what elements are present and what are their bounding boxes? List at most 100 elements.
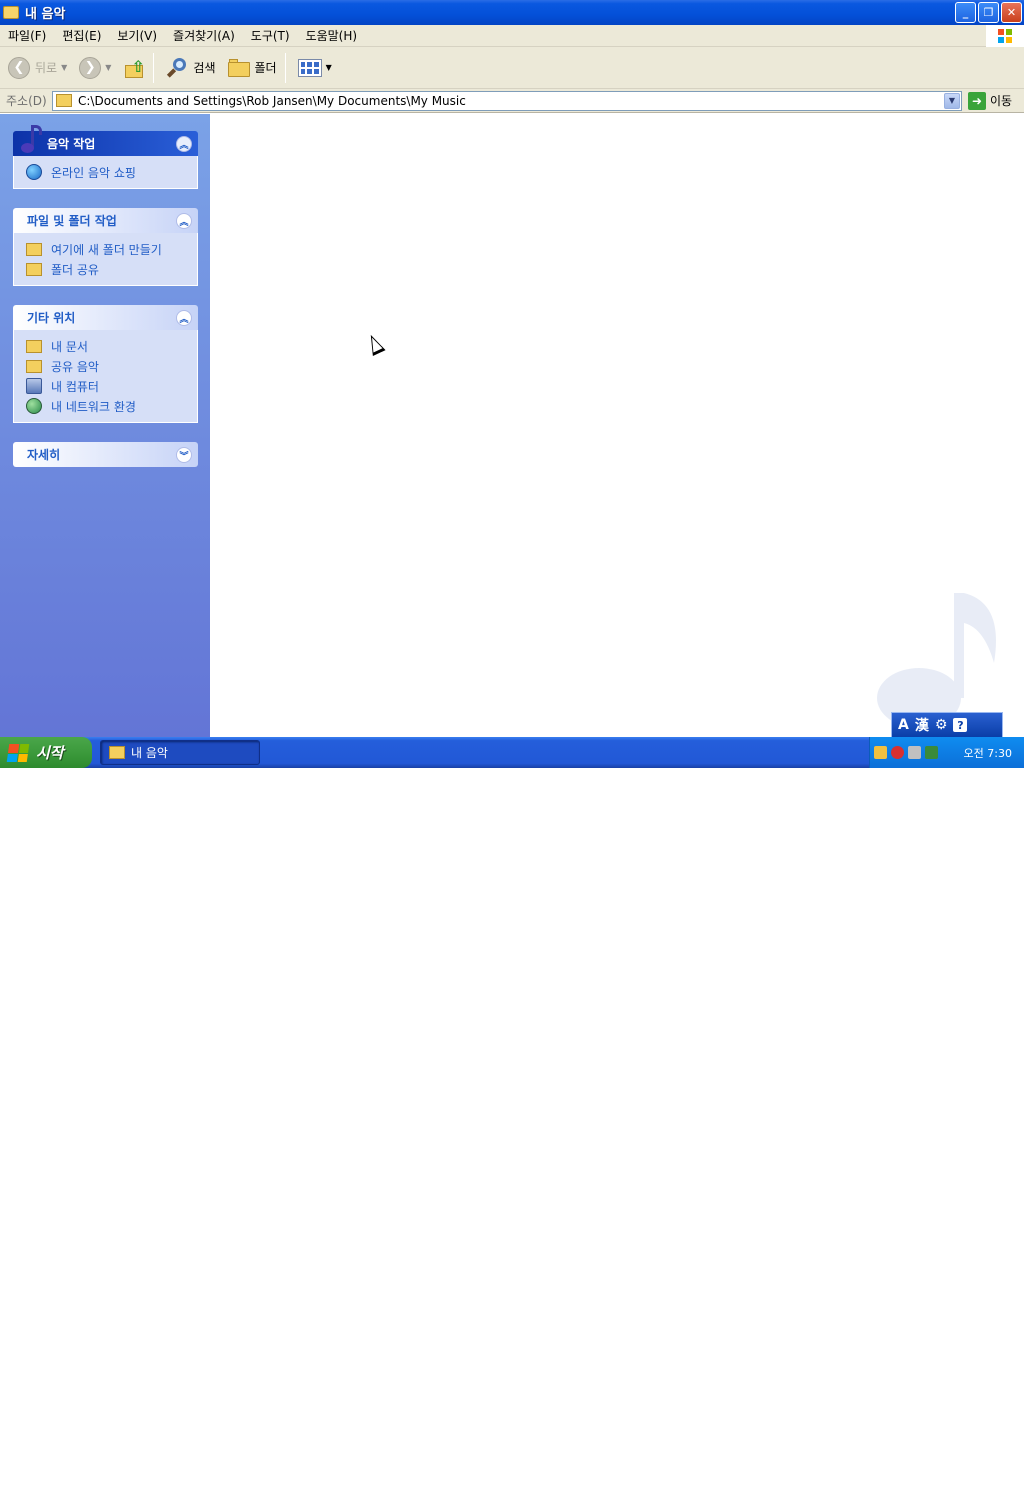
help-icon[interactable]: ?: [953, 718, 968, 732]
shared-music-icon: [26, 359, 42, 373]
search-label: 검색: [193, 61, 216, 75]
other-places-header[interactable]: 기타 위치 ︽: [13, 305, 198, 330]
search-button[interactable]: 검색: [162, 52, 219, 84]
link-label: 온라인 음악 쇼핑: [51, 165, 136, 180]
my-computer-link[interactable]: 내 컴퓨터: [26, 376, 197, 396]
back-button[interactable]: ❮ 뒤로 ▼: [4, 52, 71, 84]
address-input[interactable]: C:\Documents and Settings\Rob Jansen\My …: [52, 90, 962, 111]
forward-button[interactable]: ❯ ▼: [75, 52, 115, 84]
mouse-cursor-icon: [364, 331, 386, 357]
forward-dropdown-icon[interactable]: ▼: [105, 63, 111, 72]
link-label: 내 컴퓨터: [51, 379, 99, 394]
new-folder-icon: [26, 242, 42, 256]
menu-help[interactable]: 도움말(H): [298, 27, 366, 44]
ime-mode[interactable]: A: [898, 717, 909, 733]
ime-hanja[interactable]: 漢: [915, 715, 929, 735]
folder-music-icon: [56, 94, 72, 107]
expand-chevron-icon[interactable]: ︾: [176, 447, 192, 463]
my-documents-link[interactable]: 내 문서: [26, 336, 197, 356]
collapse-chevron-icon[interactable]: ︽: [176, 136, 192, 152]
new-folder-link[interactable]: 여기에 새 폴더 만들기: [26, 239, 197, 259]
music-watermark-icon: [877, 593, 996, 728]
computer-icon: [26, 378, 42, 394]
folder-music-icon: [109, 746, 125, 759]
close-button[interactable]: ✕: [1001, 2, 1022, 23]
search-icon: [166, 57, 188, 79]
share-folder-link[interactable]: 폴더 공유: [26, 259, 197, 279]
go-arrow-icon: ➜: [968, 91, 986, 110]
tray-app-icon[interactable]: [874, 746, 887, 759]
menu-favorites[interactable]: 즐겨찾기(A): [165, 27, 243, 44]
clock[interactable]: 오전 7:30: [964, 745, 1012, 761]
back-label: 뒤로: [35, 61, 58, 75]
menu-file[interactable]: 파일(F): [0, 27, 54, 44]
taskbar: 시작 내 음악 오전 7:30 The Collection Book: [0, 737, 1024, 1489]
collapse-chevron-icon[interactable]: ︽: [176, 213, 192, 229]
file-folder-tasks-body: 여기에 새 폴더 만들기 폴더 공유: [13, 233, 198, 286]
other-places-title: 기타 위치: [27, 311, 76, 325]
minimize-button[interactable]: _: [955, 2, 976, 23]
globe-icon: [26, 164, 42, 180]
details-panel: 자세히 ︾: [13, 442, 198, 467]
music-note-icon: [17, 125, 43, 155]
folder-music-icon: [3, 6, 19, 19]
volume-icon[interactable]: [908, 746, 921, 759]
menu-tools[interactable]: 도구(T): [243, 27, 298, 44]
address-dropdown-icon[interactable]: ▼: [944, 92, 960, 109]
file-folder-tasks-header[interactable]: 파일 및 폴더 작업 ︽: [13, 208, 198, 233]
ime-toolbar[interactable]: A 漢 ⚙ ?: [891, 712, 1003, 738]
title-bar[interactable]: 내 음악 _ ❐ ✕: [0, 0, 1024, 25]
link-label: 내 문서: [51, 339, 88, 354]
shop-music-online-link[interactable]: 온라인 음악 쇼핑: [26, 162, 197, 182]
my-network-link[interactable]: 내 네트워크 환경: [26, 396, 197, 416]
task-pane: 음악 작업 ︽ 온라인 음악 쇼핑 파일 및 폴더 작업 ︽ 여기에 새 폴더 …: [0, 114, 210, 737]
start-button[interactable]: 시작: [0, 737, 92, 768]
link-label: 내 네트워크 환경: [51, 399, 136, 414]
start-label: 시작: [36, 744, 64, 762]
file-list-area[interactable]: [210, 114, 1024, 737]
ime-settings-icon[interactable]: ⚙: [935, 717, 948, 733]
window-controls: _ ❐ ✕: [955, 2, 1022, 23]
menu-edit[interactable]: 편집(E): [54, 27, 109, 44]
other-places-panel: 기타 위치 ︽ 내 문서 공유 음악 내 컴퓨터 내 네트워크 환경: [13, 305, 198, 423]
restore-button[interactable]: ❐: [978, 2, 999, 23]
music-tasks-panel: 음악 작업 ︽ 온라인 음악 쇼핑: [13, 125, 198, 189]
views-button[interactable]: ▼: [294, 52, 336, 84]
taskbar-window-label: 내 음악: [131, 746, 168, 760]
views-dropdown-icon[interactable]: ▼: [326, 63, 332, 72]
go-label: 이동: [990, 94, 1013, 108]
taskbar-window-button[interactable]: 내 음악: [100, 740, 260, 765]
address-bar: 주소(D) C:\Documents and Settings\Rob Jans…: [0, 89, 1024, 113]
go-button[interactable]: ➜ 이동: [968, 91, 1013, 110]
toolbar-separator: [284, 52, 286, 83]
windows-flag-icon: [6, 743, 30, 762]
menu-bar: 파일(F) 편집(E) 보기(V) 즐겨찾기(A) 도구(T) 도움말(H): [0, 25, 1024, 47]
other-places-body: 내 문서 공유 음악 내 컴퓨터 내 네트워크 환경: [13, 330, 198, 423]
views-icon: [297, 58, 322, 77]
windows-logo-icon: [986, 25, 1024, 47]
folders-icon: [227, 58, 250, 77]
security-shield-icon[interactable]: [891, 746, 904, 759]
link-label: 공유 음악: [51, 359, 99, 374]
details-title: 자세히: [27, 448, 61, 462]
forward-arrow-icon: ❯: [79, 56, 102, 79]
music-tasks-title: 음악 작업: [47, 137, 96, 151]
folders-button[interactable]: 폴더: [224, 52, 281, 84]
back-dropdown-icon[interactable]: ▼: [61, 63, 67, 72]
my-documents-icon: [26, 339, 42, 353]
system-tray: 오전 7:30: [869, 737, 1024, 768]
file-folder-tasks-panel: 파일 및 폴더 작업 ︽ 여기에 새 폴더 만들기 폴더 공유: [13, 208, 198, 286]
toolbar: ❮ 뒤로 ▼ ❯ ▼ ⇧ 검색 폴더 ▼: [0, 47, 1024, 89]
details-header[interactable]: 자세히 ︾: [13, 442, 198, 467]
back-arrow-icon: ❮: [8, 56, 30, 79]
folder-up-icon: ⇧: [123, 57, 145, 79]
menu-view[interactable]: 보기(V): [109, 27, 165, 44]
music-tasks-body: 온라인 음악 쇼핑: [13, 156, 198, 189]
network-tray-icon[interactable]: [925, 746, 938, 759]
up-button[interactable]: ⇧: [119, 52, 149, 84]
collapse-chevron-icon[interactable]: ︽: [176, 310, 192, 326]
address-label: 주소(D): [6, 94, 47, 108]
network-icon: [26, 398, 42, 414]
music-tasks-header[interactable]: 음악 작업 ︽: [13, 125, 198, 156]
shared-music-link[interactable]: 공유 음악: [26, 356, 197, 376]
